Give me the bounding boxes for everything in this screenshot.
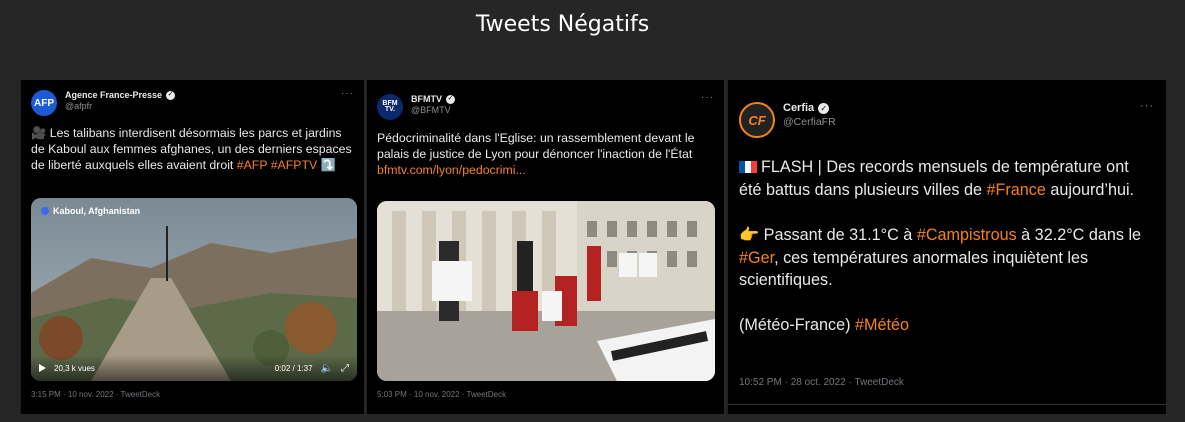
flash-text-end: aujourd’hui.: [1045, 180, 1135, 199]
account-name-text[interactable]: Cerfia: [783, 102, 814, 116]
france-flag-icon: [739, 161, 757, 173]
video-time: 0:02 / 1:37: [274, 363, 313, 373]
account-name-text[interactable]: BFMTV: [411, 94, 442, 105]
account-name[interactable]: Agence France-Presse ✓: [65, 90, 176, 101]
tweet-header: AFP Agence France-Presse ✓ @afpfr: [31, 90, 176, 116]
tweet-cerfia[interactable]: CF Cerfia ✓ @CerfiaFR ··· FLASH | Des re…: [727, 80, 1166, 414]
avatar[interactable]: BFM TV.: [377, 94, 403, 120]
video-controls: 20,3 k vues 0:02 / 1:37 🔈 ⤢: [31, 355, 357, 381]
view-count: 20,3 k vues: [54, 363, 95, 373]
tweet-meta[interactable]: 10:52 PM · 28 oct. 2022 · TweetDeck: [739, 377, 904, 388]
account-name-text[interactable]: Agence France-Presse: [65, 90, 162, 101]
video-player[interactable]: Kaboul, Afghanistan 20,3 k vues 0:02 / 1…: [31, 198, 357, 381]
verified-icon: ✓: [818, 103, 830, 115]
tweet-text-main: Pédocriminalité dans l'Eglise: un rassem…: [377, 131, 695, 161]
temp-text-b: à 32.2°C dans le: [1016, 225, 1142, 244]
avatar[interactable]: AFP: [31, 90, 57, 116]
tweet-meta[interactable]: 3:15 PM · 10 nov. 2022 · TweetDeck: [31, 390, 160, 399]
tweet-afp[interactable]: AFP Agence France-Presse ✓ @afpfr ··· 🎥 …: [20, 80, 364, 414]
avatar[interactable]: CF: [739, 102, 775, 138]
hashtag-france[interactable]: #France: [986, 181, 1045, 199]
volume-icon[interactable]: 🔈: [321, 363, 333, 374]
hashtags[interactable]: #AFP #AFPTV: [237, 158, 317, 172]
fullscreen-icon[interactable]: ⤢: [341, 363, 349, 374]
photo-image: [377, 201, 715, 381]
tweet-text: FLASH | Des records mensuels de températ…: [739, 156, 1151, 359]
paragraph-source: (Météo-France) #Météo: [739, 314, 1151, 337]
more-options-icon[interactable]: ···: [341, 88, 354, 99]
tweet-header: BFM TV. BFMTV ✓ @BFMTV: [377, 94, 455, 120]
article-link[interactable]: bfmtv.com/lyon/pedocrimi...: [377, 163, 717, 179]
tweet-meta[interactable]: 5:03 PM · 10 nov. 2022 · TweetDeck: [377, 390, 506, 399]
verified-icon: ✓: [446, 95, 455, 105]
tweet-header: CF Cerfia ✓ @CerfiaFR: [739, 102, 836, 138]
paragraph-flash: FLASH | Des records mensuels de températ…: [739, 156, 1151, 202]
divider: [728, 404, 1166, 405]
tweet-text: 🎥 Les talibans interdisent désormais les…: [31, 126, 357, 174]
temp-text-a: 👉 Passant de 31.1°C à: [739, 225, 917, 244]
hashtag-meteo[interactable]: #Météo: [855, 316, 909, 334]
tweet-bfmtv[interactable]: BFM TV. BFMTV ✓ @BFMTV ··· Pédocriminali…: [366, 80, 724, 414]
location-badge: Kaboul, Afghanistan: [41, 206, 140, 216]
account-name[interactable]: Cerfia ✓: [783, 102, 836, 116]
location-label: Kaboul, Afghanistan: [53, 206, 141, 216]
account-handle[interactable]: @CerfiaFR: [783, 116, 836, 129]
more-options-icon[interactable]: ···: [1140, 100, 1154, 112]
verified-icon: ✓: [166, 91, 176, 101]
page-title: Tweets Négatifs: [475, 12, 650, 37]
temp-text-c: , ces températures anormales inquiètent …: [739, 248, 1089, 290]
account-handle[interactable]: @BFMTV: [411, 105, 455, 116]
play-icon[interactable]: [39, 364, 46, 372]
tweet-photo[interactable]: [377, 201, 715, 381]
more-options-icon[interactable]: ···: [701, 92, 714, 103]
paragraph-temperatures: 👉 Passant de 31.1°C à #Campistrous à 32.…: [739, 224, 1151, 293]
arrow-down-icon: ⤵️: [320, 157, 336, 172]
hashtag-campistrous[interactable]: #Campistrous: [917, 226, 1017, 244]
location-dot-icon: [41, 207, 49, 215]
hashtag-ger[interactable]: #Ger: [739, 249, 774, 267]
account-handle[interactable]: @afpfr: [65, 101, 175, 112]
tweet-text: Pédocriminalité dans l'Eglise: un rassem…: [377, 131, 717, 179]
video-thumbnail: [31, 198, 357, 381]
source-text: (Météo-France): [739, 316, 856, 335]
account-name[interactable]: BFMTV ✓: [411, 94, 455, 105]
